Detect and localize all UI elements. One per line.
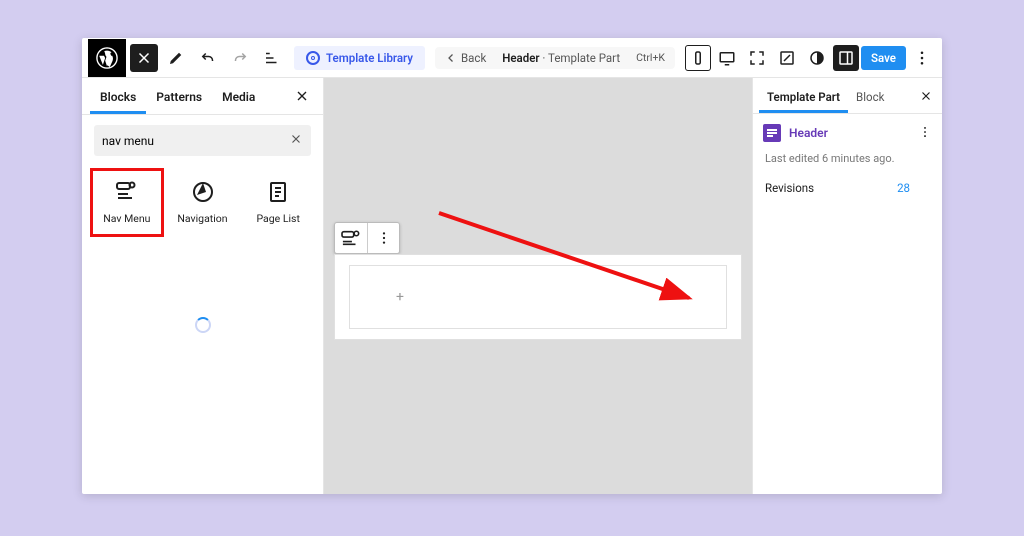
undo-icon[interactable] xyxy=(194,44,222,72)
settings-panel: Template Part Block Header Last edited 6… xyxy=(752,78,942,494)
navigation-icon xyxy=(191,180,215,204)
tab-media[interactable]: Media xyxy=(212,78,265,114)
view-icon[interactable] xyxy=(773,44,801,72)
template-part-options-icon[interactable] xyxy=(918,125,932,142)
topbar: Template Library Back Header · Template … xyxy=(82,38,942,78)
search-input[interactable] xyxy=(102,134,289,148)
spinner-icon xyxy=(195,317,211,333)
block-appender[interactable]: + xyxy=(349,265,727,329)
block-label: Navigation xyxy=(177,212,227,225)
loading-spinner xyxy=(82,241,323,494)
desktop-view-icon[interactable] xyxy=(713,44,741,72)
shortcut-hint: Ctrl+K xyxy=(636,51,665,64)
template-library-button[interactable]: Template Library xyxy=(294,46,425,70)
document-bar[interactable]: Back Header · Template Part Ctrl+K xyxy=(435,47,675,69)
back-label: Back xyxy=(461,51,486,65)
tab-block[interactable]: Block xyxy=(848,78,892,113)
redo-icon[interactable] xyxy=(226,44,254,72)
canvas-block[interactable]: + xyxy=(334,254,742,340)
editor-window: Template Library Back Header · Template … xyxy=(82,38,942,494)
revisions-count[interactable]: 28 xyxy=(897,181,910,195)
list-view-icon[interactable] xyxy=(258,44,286,72)
device-preview-icon[interactable] xyxy=(685,45,711,71)
block-results: Nav Menu Navigation Page List xyxy=(82,166,323,241)
block-toolbar xyxy=(334,222,400,254)
inserter-tabs: Blocks Patterns Media xyxy=(82,78,323,115)
close-inserter-button[interactable] xyxy=(130,44,158,72)
edit-icon[interactable] xyxy=(162,44,190,72)
document-title: Header · Template Part xyxy=(486,51,636,65)
template-part-header: Header xyxy=(753,114,942,150)
topbar-right: Save xyxy=(685,44,936,72)
search-box[interactable] xyxy=(94,125,311,156)
block-item-navigation[interactable]: Navigation xyxy=(168,170,238,235)
tab-template-part[interactable]: Template Part xyxy=(759,78,848,113)
editor-canvas[interactable]: + xyxy=(324,78,752,494)
page-list-icon xyxy=(266,180,290,204)
block-options-icon[interactable] xyxy=(367,223,399,253)
template-library-label: Template Library xyxy=(326,51,413,65)
block-label: Nav Menu xyxy=(103,212,150,225)
revisions-row: Revisions 28 xyxy=(753,175,942,201)
header-block-icon xyxy=(763,124,781,142)
search-row xyxy=(82,115,323,166)
block-item-page-list[interactable]: Page List xyxy=(243,170,313,235)
settings-close-icon[interactable] xyxy=(914,84,938,108)
inserter-close-icon[interactable] xyxy=(289,83,315,109)
add-block-icon[interactable]: + xyxy=(396,289,404,305)
main: Blocks Patterns Media xyxy=(82,78,942,494)
block-type-icon[interactable] xyxy=(335,223,367,253)
last-edited-text: Last edited 6 minutes ago. xyxy=(753,150,942,175)
tab-blocks[interactable]: Blocks xyxy=(90,78,146,114)
inserter-panel: Blocks Patterns Media xyxy=(82,78,324,494)
revisions-label: Revisions xyxy=(765,181,814,195)
template-part-name: Header xyxy=(789,126,828,140)
back-button[interactable]: Back xyxy=(445,51,486,65)
settings-tabs: Template Part Block xyxy=(753,78,942,114)
clear-search-icon[interactable] xyxy=(289,131,303,150)
wp-logo[interactable] xyxy=(88,39,126,77)
block-label: Page List xyxy=(256,212,299,225)
template-library-icon xyxy=(306,51,320,65)
save-label: Save xyxy=(871,51,896,65)
styles-icon[interactable] xyxy=(803,44,831,72)
options-menu-icon[interactable] xyxy=(908,44,936,72)
block-item-nav-menu[interactable]: Nav Menu xyxy=(92,170,162,235)
fullscreen-icon[interactable] xyxy=(743,44,771,72)
settings-panel-icon[interactable] xyxy=(833,45,859,71)
tab-patterns[interactable]: Patterns xyxy=(146,78,212,114)
save-button[interactable]: Save xyxy=(861,46,906,70)
nav-menu-icon xyxy=(115,180,139,204)
